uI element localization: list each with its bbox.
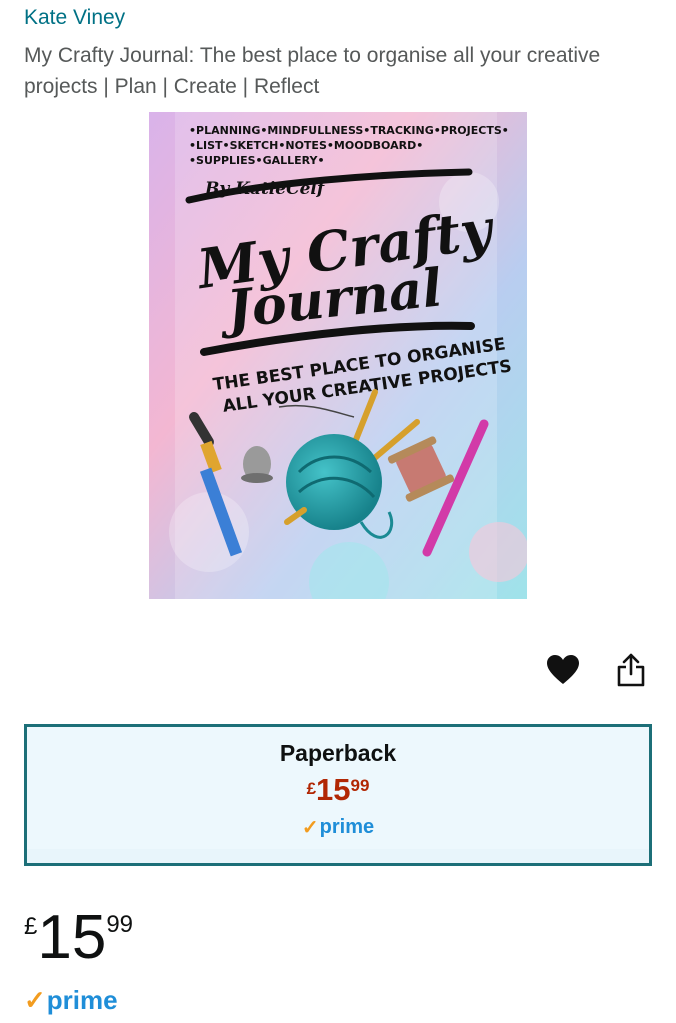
book-cover-image[interactable]: •PLANNING•MINDFULLNESS•TRACKING•PROJECTS… <box>149 112 527 599</box>
prime-check-icon: ✓ <box>301 817 319 839</box>
main-price-currency: £ <box>24 913 38 940</box>
main-price-fraction: 99 <box>106 911 134 938</box>
format-name: Paperback <box>279 740 397 766</box>
format-prime-badge: ✓ prime <box>27 815 649 840</box>
format-option-paperback[interactable]: Paperback £ 15 99 ✓ prime <box>24 724 652 866</box>
main-price-whole: 15 <box>37 903 107 972</box>
prime-check-icon: ✓ <box>24 985 46 1015</box>
author-link[interactable]: Kate Viney <box>24 6 125 30</box>
share-icon[interactable] <box>614 652 648 688</box>
prime-badge: ✓ prime <box>24 985 118 1016</box>
format-box-bottom-band <box>27 849 649 863</box>
cover-tagline-2: •LIST•SKETCH•NOTES•MOODBOARD• <box>189 139 423 152</box>
heart-icon[interactable] <box>546 652 580 688</box>
cover-tagline-3: •SUPPLIES•GALLERY• <box>189 154 325 167</box>
action-bar <box>546 652 648 688</box>
format-price: £ 15 99 <box>27 773 649 807</box>
main-price: £ 15 99 <box>24 905 133 971</box>
format-price-whole: 15 <box>316 772 351 807</box>
product-title: My Crafty Journal: The best place to org… <box>24 44 601 98</box>
format-price-fraction: 99 <box>350 776 370 795</box>
cover-tagline-1: •PLANNING•MINDFULLNESS•TRACKING•PROJECTS… <box>189 124 509 137</box>
prime-label: prime <box>319 816 375 838</box>
cover-byline: By KatieCelf <box>204 179 327 199</box>
format-price-currency: £ <box>306 779 317 798</box>
prime-label: prime <box>46 985 118 1015</box>
